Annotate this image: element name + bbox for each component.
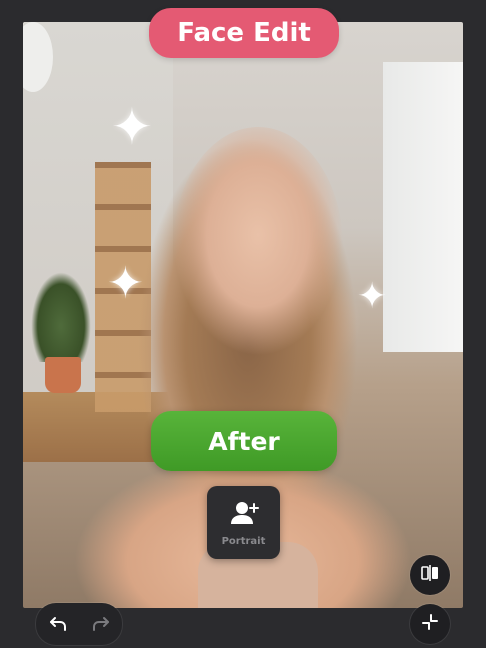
compare-button[interactable] xyxy=(410,555,450,595)
undo-icon[interactable] xyxy=(44,610,72,638)
face-edit-screen: ✦ ✦ ✦ Face Edit After Portrait xyxy=(0,0,486,648)
sparkle-icon: ✦ xyxy=(107,258,144,309)
page-title: Face Edit xyxy=(149,8,339,58)
collapse-button[interactable] xyxy=(410,604,450,644)
background-plant xyxy=(31,272,91,362)
subject-face xyxy=(173,127,343,367)
background-plant-pot xyxy=(45,357,81,393)
before-after-toggle[interactable]: After xyxy=(151,411,337,471)
sparkle-icon: ✦ xyxy=(357,276,388,317)
portrait-tool-label: Portrait xyxy=(221,536,266,547)
sparkle-icon: ✦ xyxy=(111,98,153,156)
portrait-tool-button[interactable]: Portrait xyxy=(207,486,280,559)
compare-split-icon xyxy=(420,563,440,587)
redo-icon[interactable] xyxy=(87,610,115,638)
undo-redo-group xyxy=(36,603,122,645)
add-person-icon xyxy=(229,498,259,532)
background-window xyxy=(383,62,463,352)
collapse-icon xyxy=(420,612,440,636)
